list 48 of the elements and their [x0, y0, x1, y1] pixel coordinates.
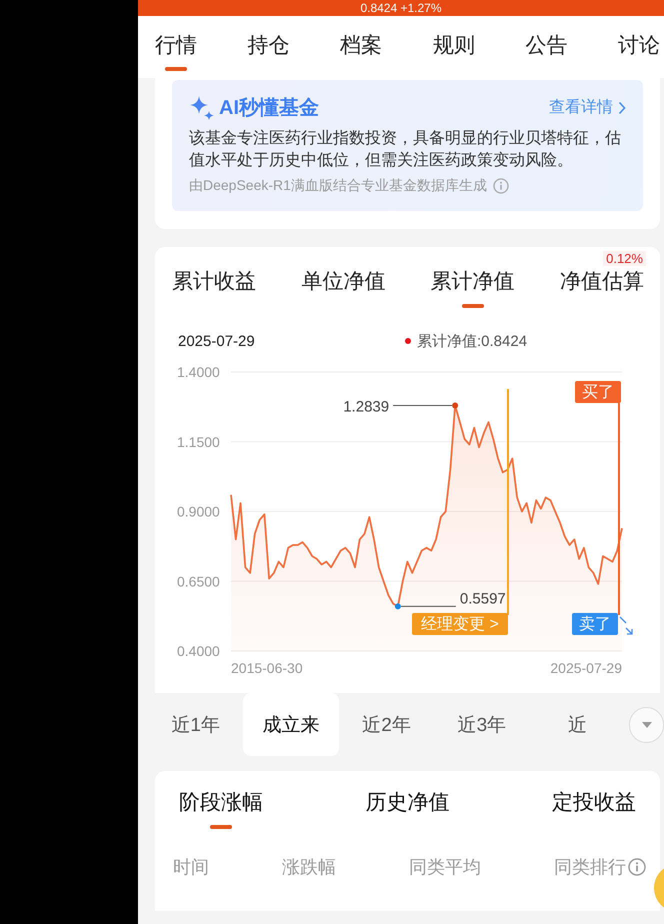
- summary-text: 该基金专注医药行业指数投资，具备明显的行业贝塔特征，估值水平处于历史中低位，但需关注医药政策变动风险。: [189, 128, 622, 171]
- dropdown-button[interactable]: [629, 706, 664, 742]
- y-tick-label: 0.9000: [177, 504, 220, 520]
- column-header: 时间: [173, 856, 209, 879]
- percent-badge: 0.12%: [603, 251, 646, 266]
- x-tick-label: 2015-06-30: [231, 660, 303, 676]
- column-header: 涨跌幅: [282, 856, 336, 879]
- stats-tab[interactable]: 阶段涨幅: [179, 788, 263, 843]
- column-header: 同类排行: [554, 856, 626, 879]
- price-change-text: 0.8424 +1.27%: [360, 0, 442, 16]
- chart-tab[interactable]: 累计净值: [430, 251, 515, 317]
- nav-tab[interactable]: 行情: [155, 16, 197, 78]
- range-tab[interactable]: 成立来: [243, 693, 339, 756]
- y-tick-label: 0.4000: [177, 643, 220, 659]
- legend-label: 累计净值:0.8424: [417, 332, 528, 350]
- trough-marker: [394, 603, 401, 610]
- leader-line: [400, 606, 456, 607]
- expand-icon[interactable]: [619, 616, 633, 635]
- nav-tab[interactable]: 规则: [432, 16, 475, 78]
- nav-tab[interactable]: 讨论: [618, 16, 660, 78]
- source-note: 由DeepSeek-R1满血版结合专业基金数据库生成: [189, 177, 487, 195]
- trough-value: 0.5597: [460, 590, 506, 608]
- y-tick-label: 0.6500: [177, 573, 220, 590]
- chart-tab[interactable]: 单位净值: [301, 251, 386, 317]
- range-tab[interactable]: 近2年: [338, 693, 434, 756]
- column-header: 同类平均: [409, 856, 481, 879]
- range-tab[interactable]: 近1年: [148, 693, 244, 756]
- nav-tab[interactable]: 持仓: [248, 16, 290, 78]
- range-tab[interactable]: 近3年: [434, 693, 530, 756]
- caret-down-icon: [640, 720, 653, 728]
- nav-tab[interactable]: 公告: [525, 16, 568, 78]
- leader-line: [392, 404, 453, 406]
- peak-value: 1.2839: [343, 398, 390, 416]
- summary-title: AI秒懂基金: [219, 96, 319, 121]
- x-tick-label: 2025-07-29: [550, 660, 622, 676]
- chevron-right-icon: [618, 100, 626, 114]
- nav-tab[interactable]: 档案: [340, 16, 382, 78]
- range-tab[interactable]: 近: [530, 693, 626, 756]
- chart-tab[interactable]: 净值估算 0.12%: [560, 251, 644, 317]
- y-tick-label: 1.4000: [177, 364, 220, 380]
- stats-tab[interactable]: 定投收益: [552, 788, 636, 843]
- chart-tab[interactable]: 累计收益: [172, 251, 256, 317]
- sparkle-icon: [189, 94, 215, 120]
- peak-marker: [452, 402, 458, 408]
- info-icon: [492, 178, 509, 194]
- stats-tab[interactable]: 历史净值: [366, 788, 450, 843]
- chart-date: 2025-07-29: [178, 332, 256, 350]
- y-tick-label: 1.1500: [177, 434, 220, 450]
